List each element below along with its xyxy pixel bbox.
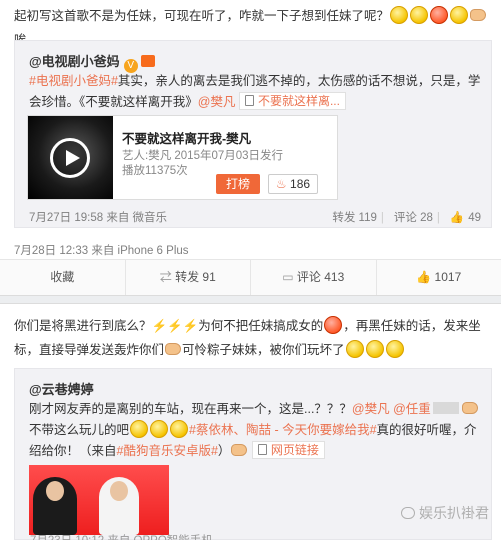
emoji-icon (345, 340, 364, 358)
post-2-text-2: 为何不把任妹搞成女的 (198, 319, 324, 333)
redacted-block (432, 402, 459, 414)
comment-icon: ▭ (282, 270, 294, 284)
hashtag-link[interactable]: #酷狗音乐安卓版# (117, 444, 218, 458)
weibo-post-1: 起初写这首歌不是为任妹，可现在听了，咋就一下子想到任妹了呢？唉 @电视剧小爸妈V… (0, 0, 501, 295)
emoji-icon (150, 420, 169, 438)
vote-count-button[interactable]: ♨ 186 (268, 174, 318, 194)
like-icon: 👍 (416, 270, 432, 284)
emoji-icon (430, 6, 449, 24)
hashtag-link[interactable]: #蔡依林、陶喆 - 今天你要嫁给我# (189, 423, 377, 437)
music-card[interactable]: 不要就这样离开我-樊凡 艺人:樊凡 2015年07月03日发行 播放11375次… (27, 115, 338, 200)
song-plays: 播放11375次 (122, 165, 188, 177)
emoji-icon (365, 340, 384, 358)
repost-text-4: ） (217, 444, 231, 458)
post-2-time[interactable]: 7月23日 10:12 来自 OPPO智能手机 (30, 532, 213, 540)
repost-stats: 转发 119 | 评论 28 | 👍 49 (332, 212, 481, 224)
watermark: 娱乐扒褂君 (401, 503, 489, 523)
repost-text-2: 不带这么玩儿的吧 (29, 423, 130, 437)
web-link[interactable]: 网页链接 (251, 441, 325, 459)
post-1-action-bar: 收藏 ⇄ 转发 91 ▭ 评论 413 👍 1017 (0, 259, 501, 295)
emoji-icon (170, 420, 189, 438)
hand-emoji-icon (231, 444, 248, 456)
comment-button[interactable]: ▭ 评论 413 (251, 260, 377, 295)
hashtag-link[interactable]: #电视剧小爸妈# (29, 74, 118, 88)
song-artist: 艺人:樊凡 2015年07月03日发行 (122, 150, 284, 162)
wechat-icon (401, 507, 415, 519)
repost-time[interactable]: 7月27日 19:58 来自 微音乐 (29, 209, 167, 225)
post-2-text-4: 可怜粽子妹妹，被你们玩坏了 (182, 343, 345, 357)
post-1-time[interactable]: 7月28日 12:33 来自 iPhone 6 Plus (14, 242, 189, 258)
post-image-thumbnail[interactable] (29, 465, 169, 535)
chart-vote-button[interactable]: 打榜 (216, 174, 260, 194)
member-icon (140, 55, 155, 67)
album-cover[interactable] (28, 116, 113, 199)
emoji-icon (324, 316, 343, 334)
repost-text: #电视剧小爸妈#其实，亲人的离去是我们逃不掉的，太伤感的话不想说，只是，学会珍惜… (29, 71, 481, 113)
person-figure (33, 477, 77, 535)
emoji-icon (450, 6, 469, 24)
repost-repost-count[interactable]: 转发 119 (332, 212, 377, 224)
play-icon[interactable] (50, 138, 90, 178)
repost-like-count[interactable]: 49 (468, 212, 481, 224)
emoji-icon (130, 420, 149, 438)
vote-count: 186 (290, 177, 311, 191)
hand-emoji-icon (165, 343, 182, 355)
mention-link[interactable]: @樊凡 (352, 402, 390, 416)
like-icon[interactable]: 👍 (450, 212, 464, 224)
person-figure (99, 477, 139, 535)
repost-comment-count[interactable]: 评论 28 (394, 212, 433, 224)
repost-icon: ⇄ (159, 270, 172, 284)
post-2-text: 你们是将黑进行到底么？⚡⚡⚡为何不把任妹搞成女的 ，再黑任妹的话，发来坐标，直接导… (14, 314, 491, 362)
repost-button[interactable]: ⇄ 转发 91 (126, 260, 251, 295)
repost-author[interactable]: @云巷娉婷 (29, 382, 94, 397)
mention-link[interactable]: @樊凡 (198, 95, 236, 109)
repost-text-1: 刚才网友弄的是离别的车站，现在再来一个，这是...？？？ (29, 402, 352, 416)
lightning-icon: ⚡⚡⚡ (151, 319, 199, 333)
watermark-text: 娱乐扒褂君 (419, 505, 489, 521)
like-button-label: 1017 (434, 270, 462, 284)
like-button[interactable]: 👍 1017 (377, 260, 501, 295)
music-link-label: 不要就这样离... (257, 94, 340, 108)
post-1-body: 起初写这首歌不是为任妹，可现在听了，咋就一下子想到任妹了呢？ (14, 9, 390, 23)
emoji-icon (410, 6, 429, 24)
collect-button[interactable]: 收藏 (0, 260, 126, 295)
mention-link[interactable]: @任重 (393, 402, 431, 416)
hand-emoji-icon (470, 9, 487, 21)
emoji-icon (390, 6, 409, 24)
repost-author[interactable]: @电视剧小爸妈 (29, 54, 120, 69)
repost-box-1: @电视剧小爸妈 V #电视剧小爸妈#其实，亲人的离去是我们逃不掉的，太伤感的话不想… (14, 40, 492, 228)
post-divider (0, 295, 501, 304)
repost-button-label: 转发 91 (175, 270, 216, 284)
hand-emoji-icon (461, 402, 478, 414)
song-title[interactable]: 不要就这样离开我-樊凡 (122, 128, 251, 147)
emoji-icon (385, 340, 404, 358)
music-link[interactable]: 不要就这样离... (238, 92, 346, 110)
link-icon (257, 444, 267, 455)
comment-button-label: 评论 413 (296, 270, 345, 284)
music-icon (244, 95, 254, 106)
repost-text: 刚才网友弄的是离别的车站，现在再来一个，这是...？？？@樊凡 @任重不带这么玩… (29, 399, 481, 462)
web-link-label: 网页链接 (270, 443, 319, 457)
flame-icon: ♨ (275, 177, 287, 191)
post-2-text-1: 你们是将黑进行到底么？ (14, 319, 152, 333)
